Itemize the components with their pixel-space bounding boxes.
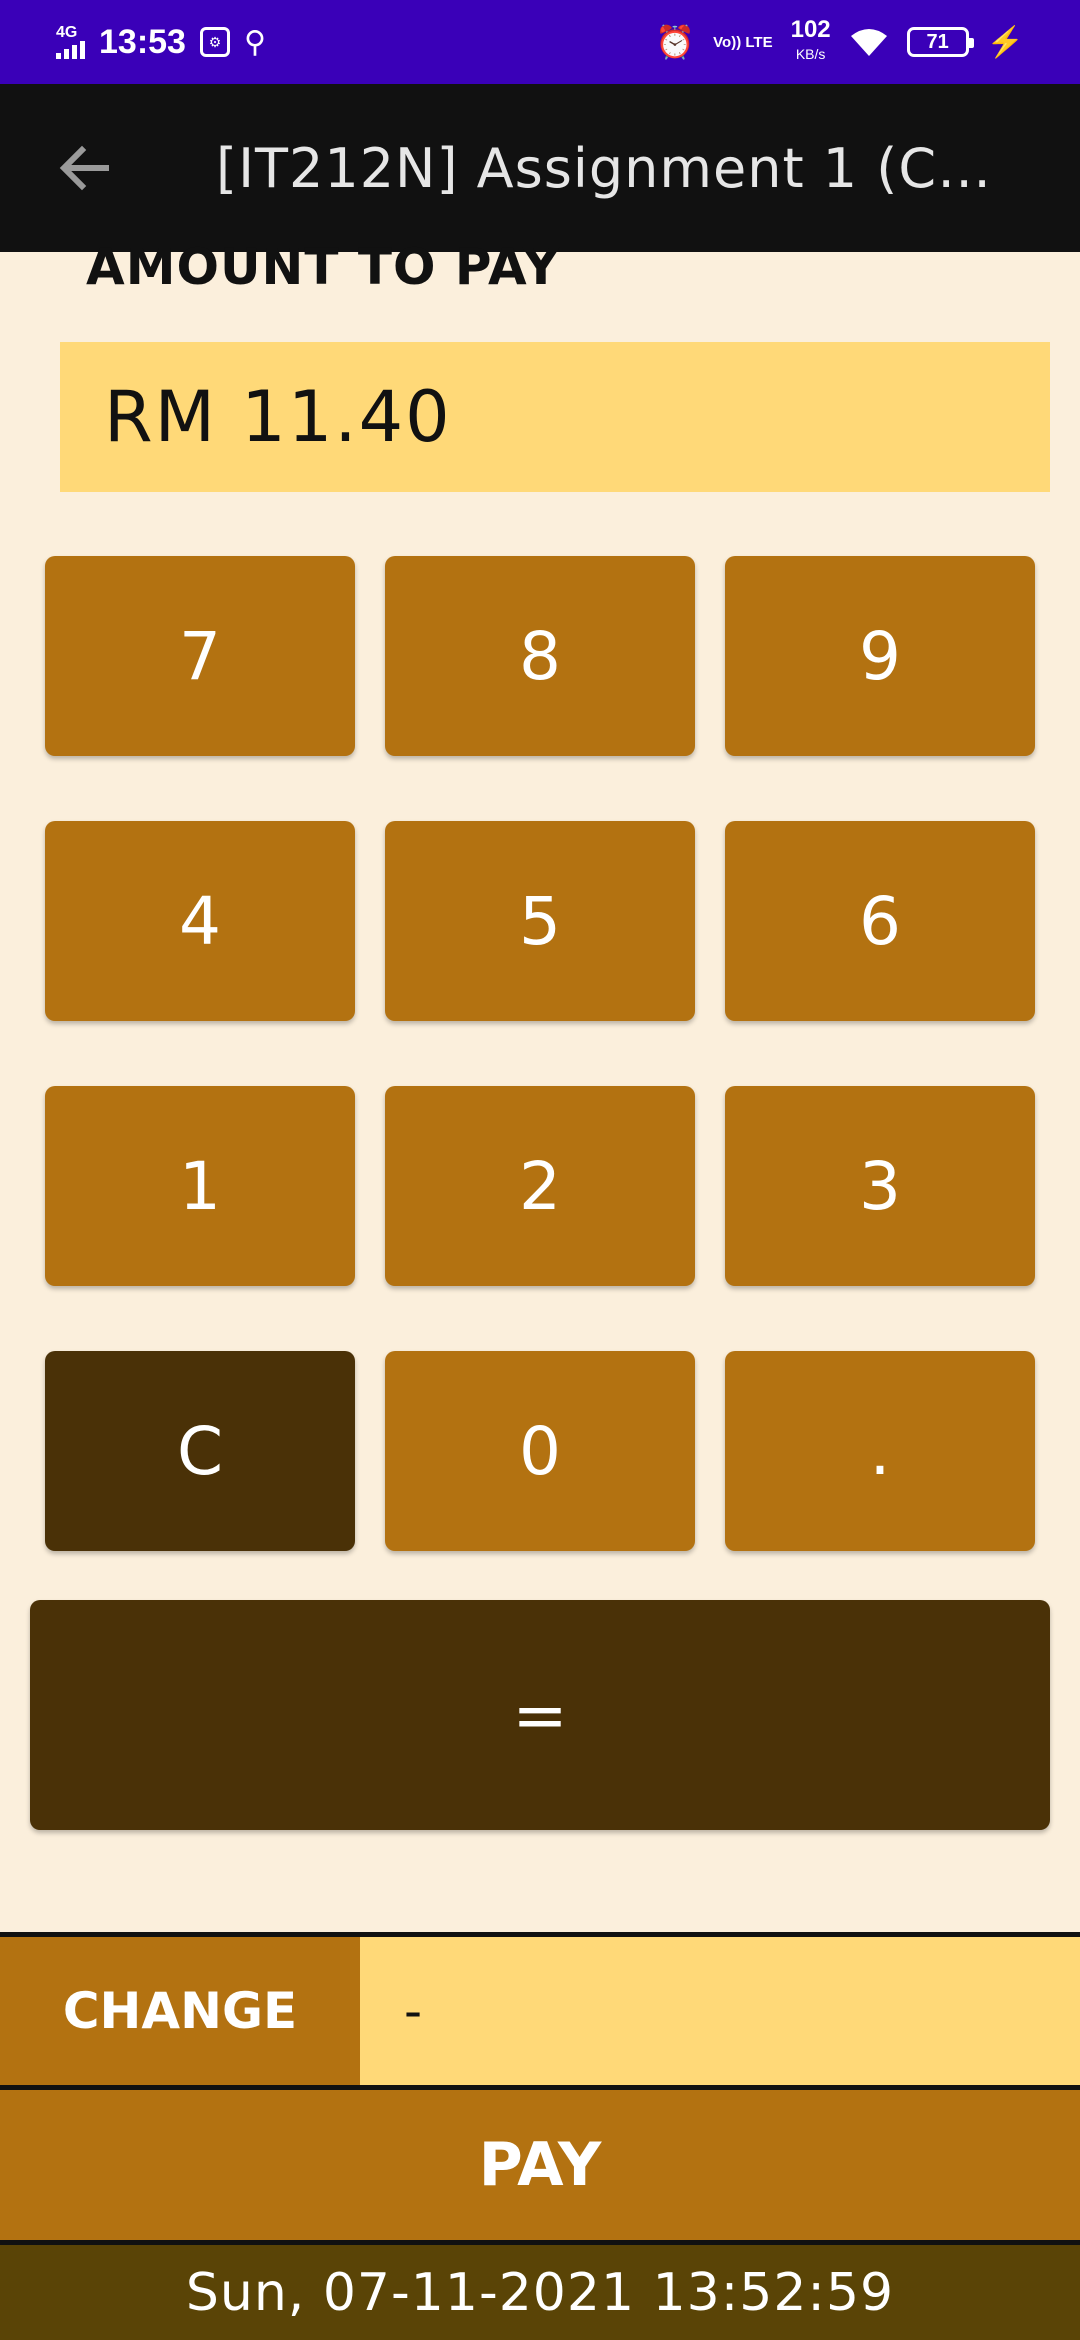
volte-indicator: Vo)) LTE [713, 33, 773, 51]
change-label: CHANGE [0, 1937, 360, 2085]
key-3[interactable]: 3 [725, 1086, 1035, 1286]
app-bar: [IT212N] Assignment 1 (Ch... [0, 84, 1080, 252]
network-speed: 102 KB/s [791, 18, 831, 66]
key-6[interactable]: 6 [725, 821, 1035, 1021]
arrow-left-icon [59, 145, 109, 191]
speed-unit: KB/s [795, 46, 826, 62]
amount-label: AMOUNT TO PAY [86, 238, 561, 296]
key-0[interactable]: 0 [385, 1351, 695, 1551]
key-7[interactable]: 7 [45, 556, 355, 756]
key-2[interactable]: 2 [385, 1086, 695, 1286]
status-left: 4G 13:53 ⚙ ⚲ [56, 23, 266, 62]
clear-button[interactable]: C [45, 1351, 355, 1551]
usb-settings-icon: ⚙ [199, 27, 230, 57]
key-9[interactable]: 9 [725, 556, 1035, 756]
key-5[interactable]: 5 [385, 821, 695, 1021]
status-bar: 4G 13:53 ⚙ ⚲ ⏰ Vo)) LTE 102 KB/s 71 ⚡ [0, 0, 1080, 84]
battery-level: 71 [926, 30, 949, 53]
equals-button[interactable]: = [30, 1600, 1050, 1830]
network-indicator: 4G [56, 25, 85, 59]
speed-value: 102 [790, 16, 831, 43]
change-value: - [360, 1937, 1080, 2085]
usb-icon: ⚲ [243, 25, 266, 59]
charging-icon: ⚡ [986, 25, 1024, 59]
change-row: CHANGE - [0, 1932, 1080, 2090]
amount-display: RM 11.40 [60, 342, 1050, 492]
alarm-icon: ⏰ [655, 24, 696, 60]
key-4[interactable]: 4 [45, 821, 355, 1021]
status-time: 13:53 [99, 22, 186, 61]
amount-value: RM 11.40 [104, 376, 452, 458]
page-title: [IT212N] Assignment 1 (Ch... [216, 136, 996, 200]
key-8[interactable]: 8 [385, 556, 695, 756]
network-type: 4G [56, 24, 78, 41]
back-button[interactable] [44, 128, 124, 208]
datetime-display: Sun, 07-11-2021 13:52:59 [0, 2245, 1080, 2340]
key-1[interactable]: 1 [45, 1086, 355, 1286]
pay-button[interactable]: PAY [0, 2090, 1080, 2245]
decimal-point-button[interactable]: . [725, 1351, 1035, 1551]
wifi-icon [850, 29, 887, 56]
signal-icon [56, 41, 85, 59]
battery-icon: 71 [906, 27, 974, 57]
status-right: ⏰ Vo)) LTE 102 KB/s 71 ⚡ [655, 18, 1024, 66]
